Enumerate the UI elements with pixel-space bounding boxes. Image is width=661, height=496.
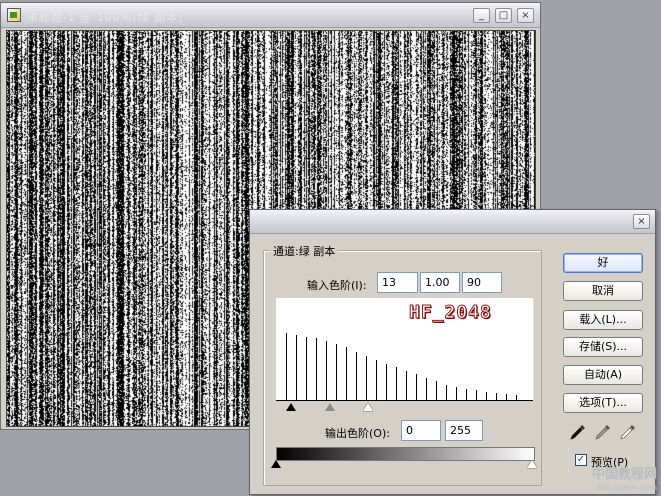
dialog-titlebar[interactable]: ×	[250, 210, 655, 234]
histogram-bar	[326, 341, 327, 401]
histogram-bar	[286, 333, 287, 401]
histogram-bar	[416, 374, 417, 401]
white-eyedropper-icon[interactable]	[619, 423, 637, 441]
minimize-button[interactable]: _	[473, 8, 490, 23]
histogram-bar	[316, 338, 317, 401]
dialog-close-button[interactable]: ×	[633, 214, 650, 229]
save-button[interactable]: 存储(S)...	[563, 337, 643, 357]
gray-eyedropper-icon[interactable]	[594, 423, 612, 441]
levels-dialog: × 通道:绿 副本 输入色阶(I): 13 1.00 90 HF_2048 输出…	[249, 209, 656, 495]
channel-label: 通道:绿 副本	[270, 243, 339, 259]
input-white-slider[interactable]	[363, 403, 373, 411]
options-button[interactable]: 选项(T)...	[563, 393, 643, 413]
output-white-field[interactable]: 255	[445, 420, 483, 441]
histogram-bar	[476, 390, 477, 401]
histogram-baseline	[276, 400, 533, 401]
site-watermark-url: bbs.jcwcn.com	[597, 483, 657, 492]
histogram-bar	[386, 364, 387, 401]
output-levels-label: 输出色阶(O):	[325, 427, 390, 440]
document-title: 未标题-1 @ 100%(绿 副本)	[27, 11, 184, 24]
document-titlebar[interactable]: 未标题-1 @ 100%(绿 副本) _ □ ×	[1, 3, 540, 28]
histogram-bar	[396, 367, 397, 401]
black-eyedropper-icon[interactable]	[569, 423, 587, 441]
input-levels-label: 输入色阶(I):	[307, 279, 367, 292]
histogram-bar	[366, 356, 367, 401]
output-black-field[interactable]: 0	[401, 420, 441, 441]
histogram-bar	[486, 392, 487, 401]
ok-button[interactable]: 好	[563, 253, 643, 273]
document-icon	[7, 8, 21, 22]
site-watermark-name: 中国教程网	[591, 467, 657, 482]
histogram-bar	[516, 395, 517, 401]
input-white-field[interactable]: 90	[462, 272, 502, 293]
maximize-button[interactable]: □	[495, 8, 512, 23]
histogram-bar	[466, 389, 467, 401]
histogram-bar	[356, 352, 357, 401]
auto-button[interactable]: 自动(A)	[563, 365, 643, 385]
histogram-bar	[376, 360, 377, 401]
output-black-slider[interactable]	[271, 460, 281, 468]
output-slider-track[interactable]	[271, 460, 540, 472]
histogram-bar	[426, 378, 427, 401]
input-gamma-field[interactable]: 1.00	[420, 272, 460, 293]
histogram-bar	[446, 385, 447, 401]
histogram-bar	[456, 387, 457, 401]
histogram-bar	[346, 347, 347, 401]
input-black-field[interactable]: 13	[377, 272, 418, 293]
close-button[interactable]: ×	[517, 8, 534, 23]
histogram-bar	[496, 393, 497, 401]
histogram-bar	[506, 394, 507, 401]
output-gradient-bar	[276, 447, 535, 461]
histogram-bar	[406, 371, 407, 401]
histogram-bar	[436, 381, 437, 401]
input-gamma-slider[interactable]	[325, 403, 335, 411]
site-watermark: 中国教程网 bbs.jcwcn.com	[592, 468, 657, 494]
histogram-bar	[296, 335, 297, 401]
input-black-slider[interactable]	[286, 403, 296, 411]
output-white-slider[interactable]	[527, 460, 537, 468]
histogram-bar	[336, 344, 337, 401]
histogram: HF_2048	[276, 298, 534, 401]
input-slider-track[interactable]	[276, 403, 535, 415]
histogram-watermark: HF_2048	[409, 302, 492, 324]
cancel-button[interactable]: 取消	[563, 281, 643, 301]
preview-checkbox[interactable]: ✓	[575, 454, 587, 466]
histogram-bar	[306, 337, 307, 401]
load-button[interactable]: 载入(L)...	[563, 310, 643, 330]
